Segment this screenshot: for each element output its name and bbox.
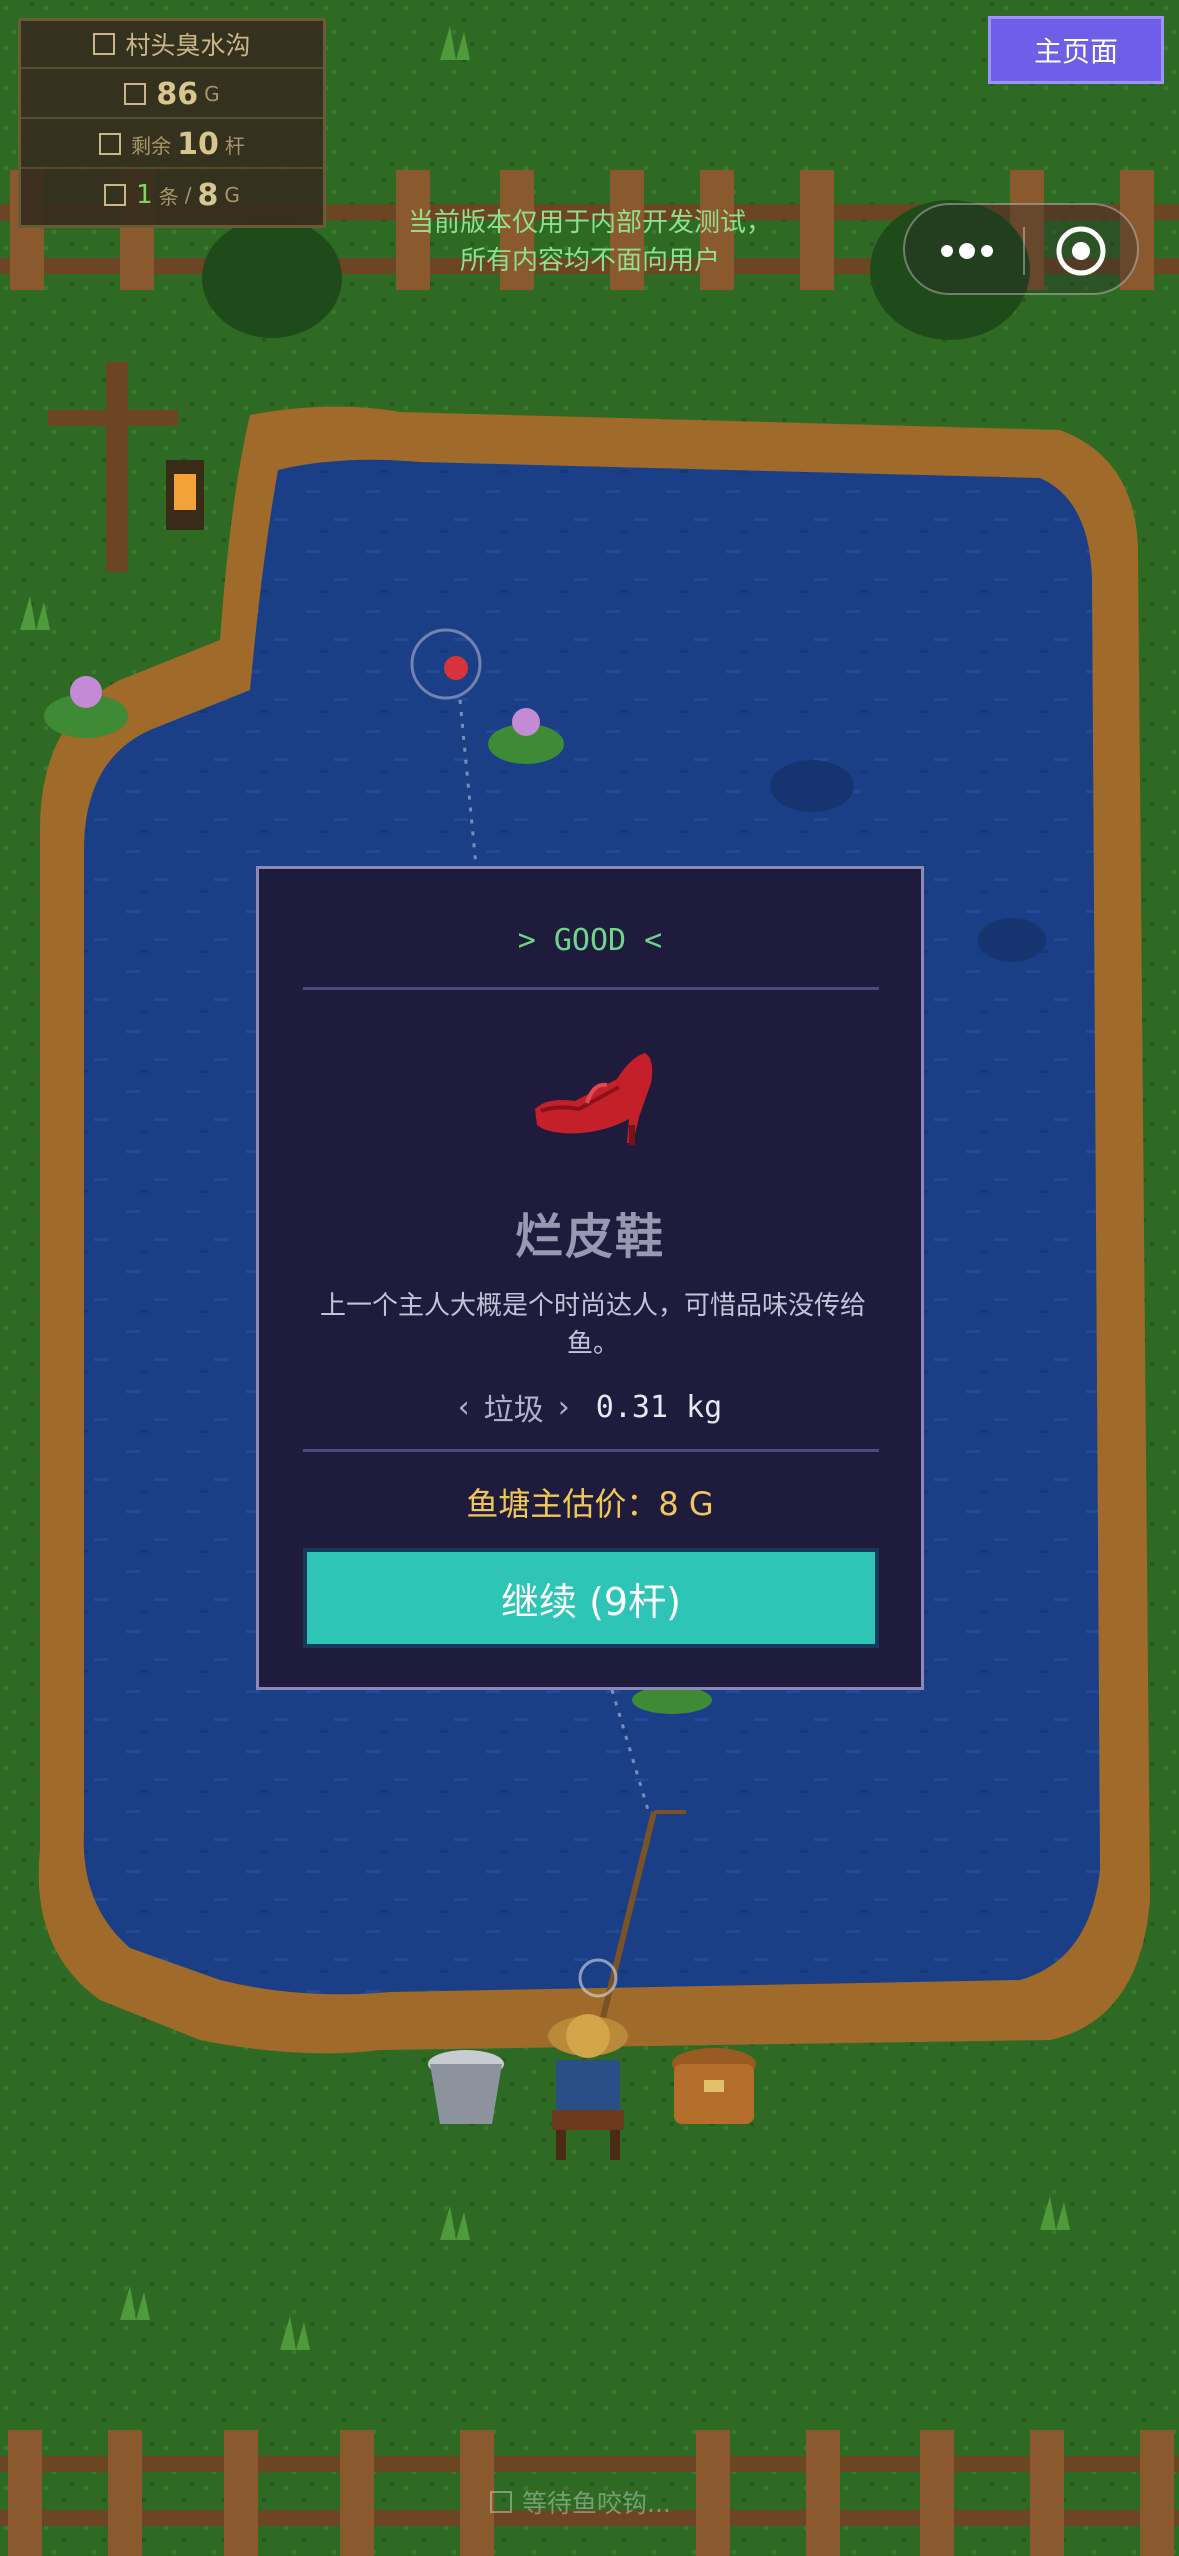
item-name: 烂皮鞋 <box>514 1209 665 1265</box>
hud-caught-value-unit: G <box>224 183 240 207</box>
dev-notice-line2: 所有内容均不面向用户 <box>459 246 720 276</box>
hud-remaining-unit: 杆 <box>224 133 245 158</box>
checkbox-icon <box>124 83 147 105</box>
hud-gold-unit: G <box>204 82 220 106</box>
hud-panel: 村头臭水沟 86 G 剩余 10 杆 1 条 / 8 G <box>18 18 326 228</box>
item-category: 垃圾 <box>483 1393 544 1428</box>
item-description: 上一个主人大概是个时尚达人，可惜品味没传给鱼。 <box>319 1291 866 1359</box>
checkbox-icon <box>104 184 127 206</box>
target-icon[interactable] <box>1041 221 1121 281</box>
hud-caught-unit: 条 <box>158 184 179 209</box>
hud-remaining-row: 剩余 10 杆 <box>21 121 323 169</box>
divider <box>303 1449 879 1452</box>
checkbox-icon <box>93 33 116 55</box>
quality-label: > GOOD < <box>517 923 663 958</box>
red-high-heel-icon <box>527 1039 659 1149</box>
hud-caught-row: 1 条 / 8 G <box>21 171 323 219</box>
basket-icon <box>672 2048 756 2124</box>
miniprogram-capsule <box>903 203 1139 295</box>
bucket-icon <box>428 2050 504 2124</box>
hud-remaining-label: 剩余 <box>131 133 172 158</box>
hud-gold-row: 86 G <box>21 71 323 119</box>
hud-location-row: 村头臭水沟 <box>21 21 323 69</box>
category-left-arrow: ‹ <box>457 1389 470 1425</box>
checkbox-icon <box>99 133 122 155</box>
hud-caught-value: 8 <box>197 177 219 213</box>
item-meta: ‹ 垃圾 › 0.31 kg <box>259 1385 921 1429</box>
status-text: 等待鱼咬钩... <box>522 2489 671 2518</box>
continue-button[interactable]: 继续 (9杆) <box>303 1548 879 1648</box>
hud-caught-count: 1 <box>136 180 153 210</box>
dev-notice: 当前版本仅用于内部开发测试， 所有内容均不面向用户 <box>340 204 840 280</box>
hud-location: 村头臭水沟 <box>125 31 251 60</box>
category-right-arrow: › <box>557 1389 570 1425</box>
dev-notice-line1: 当前版本仅用于内部开发测试， <box>407 208 772 238</box>
home-button[interactable]: 主页面 <box>988 16 1164 84</box>
divider <box>303 987 879 990</box>
hud-remaining-count: 10 <box>177 126 219 162</box>
hud-gold: 86 <box>156 76 199 112</box>
catch-result-card: > GOOD < 烂皮鞋 上一个主人大概是个时尚达人，可惜品味没传给鱼。 ‹ 垃… <box>256 866 924 1690</box>
more-icon[interactable] <box>925 221 1005 281</box>
appraisal-price: 鱼塘主估价：8 G <box>466 1485 714 1523</box>
item-weight: 0.31 kg <box>595 1389 723 1425</box>
checkbox-icon <box>490 2491 512 2513</box>
status-bar: 等待鱼咬钩... <box>490 2484 790 2520</box>
